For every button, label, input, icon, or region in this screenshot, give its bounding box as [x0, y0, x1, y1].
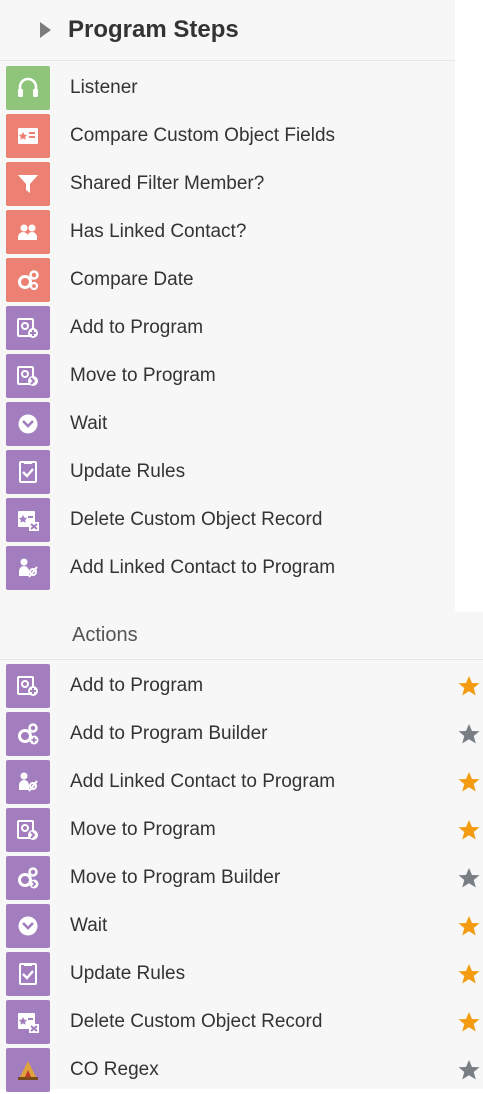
linked-contact-program-icon	[6, 760, 50, 804]
step-listener[interactable]: Listener	[0, 64, 455, 112]
checklist-icon	[6, 952, 50, 996]
step-compare-date[interactable]: Compare Date	[0, 256, 455, 304]
action-label: Update Rules	[70, 963, 186, 984]
action-add-linked-contact-to-program[interactable]: Add Linked Contact to Program	[0, 758, 483, 806]
add-to-program-icon	[6, 306, 50, 350]
step-has-linked-contact[interactable]: Has Linked Contact?	[0, 208, 455, 256]
action-label: Add Linked Contact to Program	[70, 771, 336, 792]
step-label: Add to Program	[70, 317, 204, 338]
linked-contact-program-icon	[6, 546, 50, 590]
actions-panel: Actions Add to Program Add to Program Bu…	[0, 612, 483, 1092]
gears-move-icon	[6, 856, 50, 900]
step-label: Compare Date	[70, 269, 194, 290]
action-label: Add to Program	[70, 675, 204, 696]
action-label: Move to Program Builder	[70, 867, 281, 888]
add-to-program-icon	[6, 664, 50, 708]
action-label: CO Regex	[70, 1059, 159, 1080]
actions-title: Actions	[72, 624, 138, 646]
action-label: Wait	[70, 915, 108, 936]
action-co-regex[interactable]: CO Regex	[0, 1046, 483, 1094]
step-add-to-program[interactable]: Add to Program	[0, 304, 455, 352]
step-label: Listener	[70, 77, 138, 98]
step-compare-custom-object-fields[interactable]: Compare Custom Object Fields	[0, 112, 455, 160]
headphones-icon	[6, 66, 50, 110]
program-steps-header[interactable]: Program Steps	[0, 0, 455, 61]
step-label: Add Linked Contact to Program	[70, 557, 336, 578]
clock-icon	[6, 402, 50, 446]
step-label: Move to Program	[70, 365, 216, 386]
favorite-star-icon[interactable]	[457, 770, 481, 794]
favorite-star-icon[interactable]	[457, 1058, 481, 1082]
program-steps-title: Program Steps	[68, 16, 239, 43]
step-label: Compare Custom Object Fields	[70, 125, 336, 146]
step-delete-custom-object-record[interactable]: Delete Custom Object Record	[0, 496, 455, 544]
move-to-program-icon	[6, 354, 50, 398]
expand-arrow-icon[interactable]	[40, 22, 51, 38]
favorite-star-icon[interactable]	[457, 914, 481, 938]
actions-header: Actions	[0, 612, 483, 660]
step-update-rules[interactable]: Update Rules	[0, 448, 455, 496]
clock-icon	[6, 904, 50, 948]
favorite-star-icon[interactable]	[457, 1010, 481, 1034]
checklist-icon	[6, 450, 50, 494]
action-add-to-program[interactable]: Add to Program	[0, 662, 483, 710]
program-steps-panel: Program Steps Listener Compare Custom Ob…	[0, 0, 455, 612]
step-wait[interactable]: Wait	[0, 400, 455, 448]
favorite-star-icon[interactable]	[457, 818, 481, 842]
action-wait[interactable]: Wait	[0, 902, 483, 950]
move-to-program-icon	[6, 808, 50, 852]
step-label: Wait	[70, 413, 108, 434]
action-move-to-program-builder[interactable]: Move to Program Builder	[0, 854, 483, 902]
gears-plus-icon	[6, 712, 50, 756]
action-label: Add to Program Builder	[70, 723, 268, 744]
action-label: Delete Custom Object Record	[70, 1011, 323, 1032]
step-shared-filter-member[interactable]: Shared Filter Member?	[0, 160, 455, 208]
filter-icon	[6, 162, 50, 206]
co-regex-icon	[6, 1048, 50, 1092]
action-update-rules[interactable]: Update Rules	[0, 950, 483, 998]
favorite-star-icon[interactable]	[457, 866, 481, 890]
action-move-to-program[interactable]: Move to Program	[0, 806, 483, 854]
action-add-to-program-builder[interactable]: Add to Program Builder	[0, 710, 483, 758]
custom-object-compare-icon	[6, 114, 50, 158]
step-label: Delete Custom Object Record	[70, 509, 323, 530]
step-label: Has Linked Contact?	[70, 221, 247, 242]
linked-contact-icon	[6, 210, 50, 254]
favorite-star-icon[interactable]	[457, 962, 481, 986]
gears-icon	[6, 258, 50, 302]
step-move-to-program[interactable]: Move to Program	[0, 352, 455, 400]
action-label: Move to Program	[70, 819, 216, 840]
step-label: Shared Filter Member?	[70, 173, 265, 194]
favorite-star-icon[interactable]	[457, 674, 481, 698]
action-delete-custom-object-record[interactable]: Delete Custom Object Record	[0, 998, 483, 1046]
step-add-linked-contact-to-program[interactable]: Add Linked Contact to Program	[0, 544, 455, 592]
favorite-star-icon[interactable]	[457, 722, 481, 746]
delete-record-icon	[6, 498, 50, 542]
delete-record-icon	[6, 1000, 50, 1044]
step-label: Update Rules	[70, 461, 186, 482]
